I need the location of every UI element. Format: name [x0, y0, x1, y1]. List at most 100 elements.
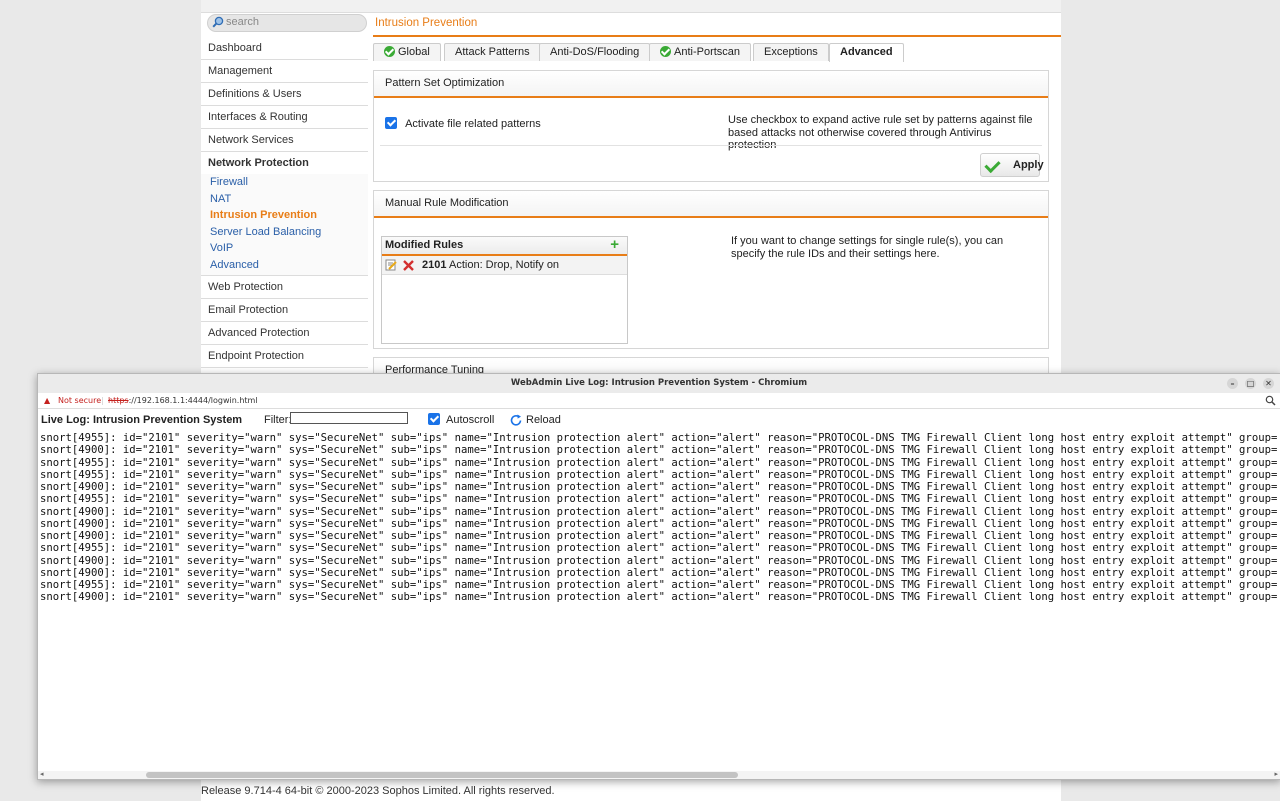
sidebar-sub-intrusion-prevention[interactable]: Intrusion Prevention [201, 207, 368, 224]
sidebar-sub-server-load-balancing[interactable]: Server Load Balancing [201, 224, 368, 241]
scrollbar-thumb[interactable] [146, 772, 738, 778]
sidebar-item-management[interactable]: Management [201, 60, 368, 83]
sidebar-item-dashboard[interactable]: Dashboard [201, 37, 368, 60]
sidebar-item-definitions-users[interactable]: Definitions & Users [201, 83, 368, 106]
main-content: Intrusion Prevention Global Attack Patte… [373, 12, 1061, 399]
filter-label: Filter: [264, 414, 292, 426]
tab-exceptions[interactable]: Exceptions [753, 43, 829, 61]
close-icon[interactable]: ✕ [1263, 378, 1274, 389]
sidebar-item-email-protection[interactable]: Email Protection [201, 298, 368, 322]
log-line: snort[4900]: id="2101" severity="warn" s… [40, 591, 1278, 604]
reload-button[interactable]: Reload [526, 414, 561, 426]
tab-label: Attack Patterns [455, 46, 530, 58]
ok-check-icon [660, 46, 671, 57]
checkbox-label: Activate file related patterns [405, 118, 541, 130]
sidebar-sub-nat[interactable]: NAT [201, 191, 368, 208]
tab-anti-dos-flooding[interactable]: Anti-DoS/Flooding [539, 43, 651, 61]
autoscroll-checkbox[interactable] [428, 413, 440, 425]
log-title: Live Log: Intrusion Prevention System [41, 414, 243, 426]
log-line: snort[4900]: id="2101" severity="warn" s… [40, 554, 1278, 567]
window-title: WebAdmin Live Log: Intrusion Prevention … [510, 378, 808, 388]
rule-action-text: Action: Drop, Notify on [449, 259, 560, 271]
sidebar-sub-advanced[interactable]: Advanced [201, 257, 368, 274]
log-line: snort[4955]: id="2101" severity="warn" s… [40, 468, 1278, 481]
panel-title: Pattern Set Optimization [374, 71, 1048, 98]
modified-rules-header: Modified Rules + [382, 237, 627, 256]
edit-icon[interactable] [385, 259, 397, 271]
tab-label: Global [398, 46, 430, 58]
reload-icon[interactable] [510, 414, 523, 427]
url-scheme: https [108, 396, 129, 405]
log-line: snort[4955]: id="2101" severity="warn" s… [40, 493, 1278, 506]
tab-anti-portscan[interactable]: Anti-Portscan [649, 43, 752, 61]
add-rule-icon[interactable]: + [610, 237, 619, 253]
scroll-right-icon[interactable]: ▸ [1274, 770, 1278, 778]
horizontal-scrollbar[interactable]: ◂ ▸ [38, 771, 1280, 779]
checkmark-icon [984, 156, 1001, 174]
pattern-set-panel: Pattern Set Optimization Activate file r… [373, 70, 1049, 182]
log-line: snort[4955]: id="2101" severity="warn" s… [40, 542, 1278, 555]
window-titlebar: WebAdmin Live Log: Intrusion Prevention … [38, 374, 1280, 393]
filter-input[interactable] [290, 412, 408, 424]
tab-label: Anti-DoS/Flooding [550, 46, 640, 58]
sidebar-item-network-protection[interactable]: Network Protection [201, 152, 368, 174]
log-line: snort[4900]: id="2101" severity="warn" s… [40, 444, 1278, 457]
divider [380, 145, 1042, 146]
tab-attack-patterns[interactable]: Attack Patterns [444, 43, 541, 61]
log-output: snort[4955]: id="2101" severity="warn" s… [40, 432, 1278, 762]
log-line: snort[4900]: id="2101" severity="warn" s… [40, 481, 1278, 493]
sidebar-sub-voip[interactable]: VoIP [201, 240, 368, 257]
sidebar-sublist: Firewall NAT Intrusion Prevention Server… [201, 174, 368, 276]
sidebar-item-network-services[interactable]: Network Services [201, 129, 368, 152]
rule-list-item[interactable]: 2101 Action: Drop, Notify on [382, 256, 627, 275]
separator: | [101, 396, 104, 405]
search-icon [212, 16, 224, 28]
log-line: snort[4955]: id="2101" severity="warn" s… [40, 456, 1278, 469]
tab-label: Exceptions [764, 46, 818, 58]
delete-icon[interactable] [403, 260, 414, 271]
url-path: ://192.168.1.1:4444/logwin.html [128, 396, 258, 405]
apply-button[interactable]: Apply [980, 153, 1044, 177]
log-line: snort[4900]: id="2101" severity="warn" s… [40, 530, 1278, 542]
log-toolbar: Live Log: Intrusion Prevention System Fi… [38, 409, 1280, 431]
sidebar-item-advanced-protection[interactable]: Advanced Protection [201, 321, 368, 345]
panel-title: Manual Rule Modification [374, 191, 1048, 218]
scroll-left-icon[interactable]: ◂ [40, 770, 44, 778]
activate-file-patterns-row: Activate file related patterns [385, 117, 541, 130]
zoom-icon[interactable] [1265, 395, 1276, 406]
tab-bar: Global Attack Patterns Anti-DoS/Flooding… [373, 43, 1061, 63]
log-line: snort[4900]: id="2101" severity="warn" s… [40, 517, 1278, 530]
rule-id: 2101 [422, 259, 447, 271]
tab-global[interactable]: Global [373, 43, 441, 61]
log-line: snort[4955]: id="2101" severity="warn" s… [40, 432, 1278, 444]
address-bar[interactable]: ▲ Not secure | https://192.168.1.1:4444/… [38, 393, 1280, 409]
sidebar-item-interfaces-routing[interactable]: Interfaces & Routing [201, 106, 368, 129]
log-line: snort[4900]: id="2101" severity="warn" s… [40, 566, 1278, 579]
manual-help-text: If you want to change settings for singl… [731, 235, 1004, 260]
sidebar-item-web-protection[interactable]: Web Protection [201, 275, 368, 299]
apply-label: Apply [1013, 159, 1044, 171]
minimize-icon[interactable]: – [1227, 378, 1238, 389]
activate-file-patterns-checkbox[interactable] [385, 117, 397, 129]
sidebar-sub-firewall[interactable]: Firewall [201, 174, 368, 191]
maximize-icon[interactable]: □ [1245, 378, 1256, 389]
search-input[interactable]: search [207, 14, 367, 32]
live-log-window: WebAdmin Live Log: Intrusion Prevention … [37, 373, 1280, 780]
not-secure-label: Not secure [58, 396, 102, 405]
manual-rule-panel: Manual Rule Modification Modified Rules … [373, 190, 1049, 349]
footer-text: Release 9.714-4 64-bit © 2000-2023 Sopho… [201, 785, 555, 797]
warning-icon: ▲ [44, 396, 51, 405]
tab-label: Anti-Portscan [674, 46, 741, 58]
page-title: Intrusion Prevention [373, 12, 1061, 37]
tab-label: Advanced [840, 46, 893, 58]
ok-check-icon [384, 46, 395, 57]
modified-rules-list: Modified Rules + 2101 Action: Drop, Noti… [381, 236, 628, 344]
autoscroll-label: Autoscroll [446, 414, 495, 426]
sidebar-item-endpoint-protection[interactable]: Endpoint Protection [201, 344, 368, 368]
modified-rules-title: Modified Rules [385, 239, 464, 251]
search-placeholder: search [226, 16, 260, 28]
url: https://192.168.1.1:4444/logwin.html [108, 393, 258, 408]
tab-advanced[interactable]: Advanced [829, 43, 904, 62]
log-line: snort[4900]: id="2101" severity="warn" s… [40, 505, 1278, 518]
log-line: snort[4955]: id="2101" severity="warn" s… [40, 579, 1278, 591]
